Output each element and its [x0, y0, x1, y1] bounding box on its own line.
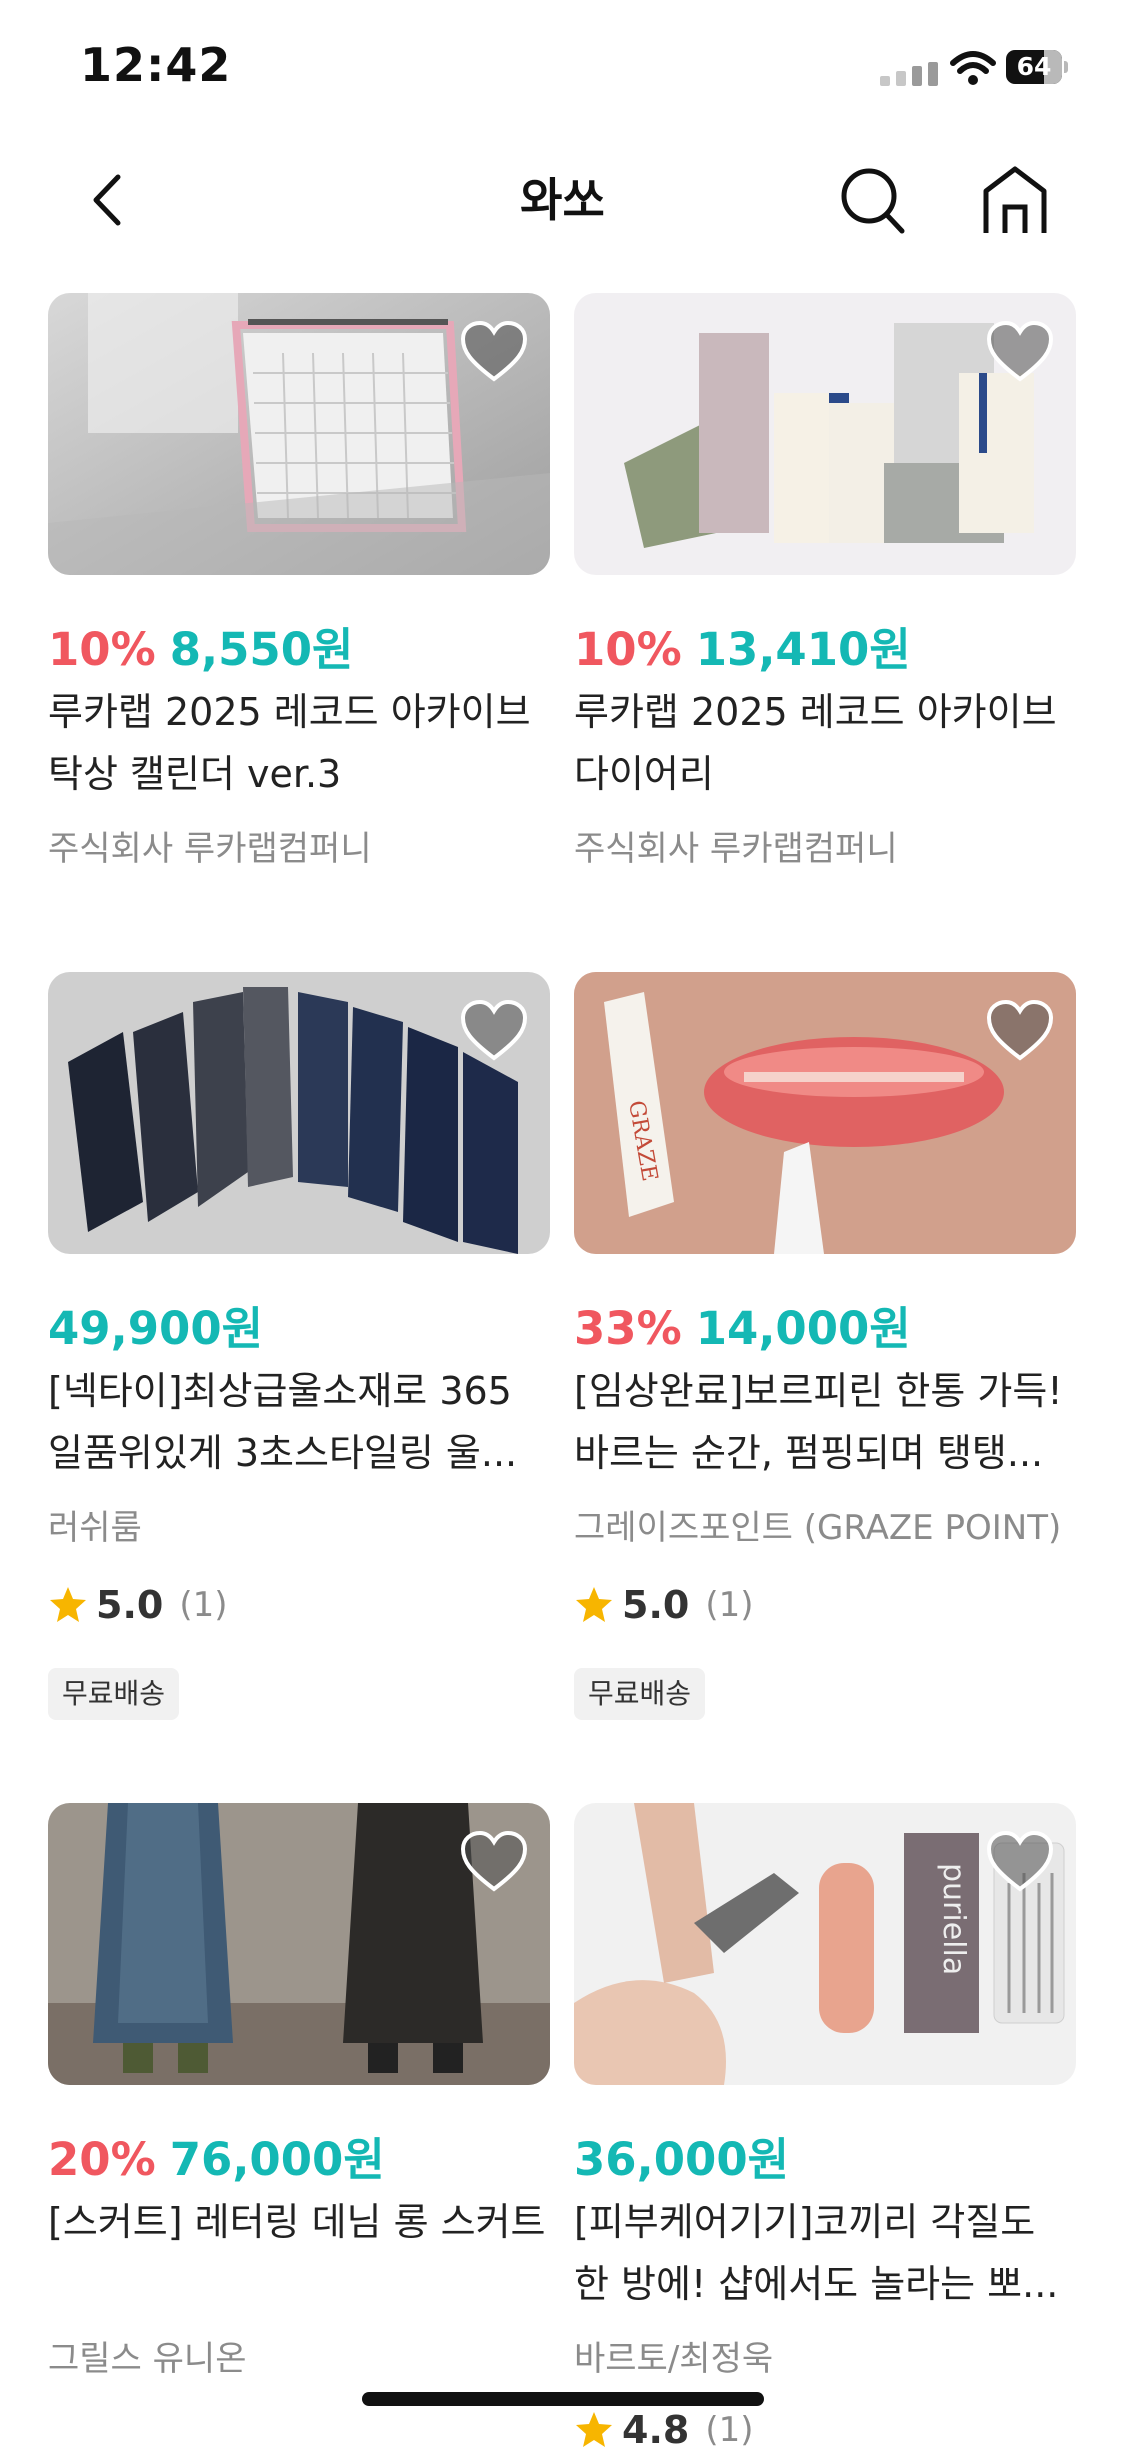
- price: 76,000원: [169, 2133, 385, 2186]
- product-image-neckties[interactable]: [48, 972, 550, 1254]
- seller-name[interactable]: 바르토/최정욱: [574, 2331, 773, 2380]
- free-shipping-badge: 무료배송: [48, 1668, 180, 1720]
- price: 13,410원: [695, 623, 911, 676]
- seller-name[interactable]: 러쉬룸: [48, 1500, 142, 1549]
- discount-rate: 10%: [48, 623, 156, 676]
- heart-icon[interactable]: [986, 1000, 1054, 1062]
- price-row: 20% 76,000원: [48, 2123, 385, 2188]
- product-image-diary[interactable]: [574, 293, 1076, 575]
- rating-value: 4.8: [622, 2408, 690, 2452]
- signal-icon: [880, 62, 938, 86]
- rating-value: 5.0: [96, 1583, 164, 1627]
- product-image-calendar[interactable]: [48, 293, 550, 575]
- heart-icon[interactable]: [460, 1831, 528, 1893]
- product-image-denim-skirts[interactable]: [48, 1803, 550, 2085]
- rating-count: (1): [179, 1585, 228, 1625]
- battery-level: 64: [1016, 52, 1052, 81]
- price-row: 10% 13,410원: [574, 613, 911, 678]
- price: 14,000원: [695, 1302, 911, 1355]
- status-bar: 12:42 64: [0, 0, 1125, 135]
- star-icon: [576, 2412, 612, 2447]
- seller-name[interactable]: 그릴스 유니온: [48, 2331, 247, 2380]
- rating: 4.8 (1): [574, 2405, 754, 2455]
- discount-rate: 20%: [48, 2133, 156, 2186]
- discount-rate: 33%: [574, 1302, 682, 1355]
- seller-name[interactable]: 그레이즈포인트 (GRAZE POINT): [574, 1500, 1061, 1549]
- price-row: 10% 8,550원: [48, 613, 353, 678]
- status-time: 12:42: [80, 38, 232, 92]
- star-icon: [576, 1587, 612, 1622]
- rating-count: (1): [705, 1585, 754, 1625]
- product-title[interactable]: [임상완료]보르피린 한통 가득! 바르는 순간, 펌핑되며 탱탱...: [574, 1360, 1076, 1484]
- home-indicator[interactable]: [362, 2392, 764, 2406]
- price-row: 49,900원: [48, 1292, 263, 1357]
- star-icon: [50, 1587, 86, 1622]
- product-image-text: puriella: [936, 1863, 971, 1975]
- price: 8,550원: [169, 623, 354, 676]
- product-title[interactable]: [넥타이]최상급울소재로 365 일품위있게 3초스타일링 울...: [48, 1360, 550, 1484]
- top-navigation-bar: 와쏘: [0, 135, 1125, 265]
- rating-count: (1): [705, 2410, 754, 2450]
- seller-name[interactable]: 주식회사 루카랩컴퍼니: [574, 821, 898, 870]
- product-title[interactable]: [피부케어기기]코끼리 각질도 한 방에! 샵에서도 놀라는 뽀...: [574, 2191, 1076, 2315]
- heart-icon[interactable]: [986, 321, 1054, 383]
- free-shipping-badge: 무료배송: [574, 1668, 706, 1720]
- heart-icon[interactable]: [460, 321, 528, 383]
- product-title[interactable]: 루카랩 2025 레코드 아카이브 탁상 캘린더 ver.3: [48, 681, 550, 805]
- search-icon[interactable]: [838, 163, 908, 237]
- rating-value: 5.0: [622, 1583, 690, 1627]
- home-icon[interactable]: [978, 163, 1052, 237]
- rating: 5.0 (1): [48, 1580, 228, 1630]
- product-image-foot-file[interactable]: puriella: [574, 1803, 1076, 2085]
- product-title[interactable]: 루카랩 2025 레코드 아카이브 다이어리: [574, 681, 1076, 805]
- discount-rate: 10%: [574, 623, 682, 676]
- heart-icon[interactable]: [986, 1831, 1054, 1893]
- heart-icon[interactable]: [460, 1000, 528, 1062]
- price: 36,000원: [574, 2133, 790, 2186]
- rating: 5.0 (1): [574, 1580, 754, 1630]
- price-row: 36,000원: [574, 2123, 789, 2188]
- page-title: 와쏘: [520, 173, 605, 227]
- product-title[interactable]: [스커트] 레터링 데님 롱 스커트: [48, 2191, 550, 2253]
- wifi-icon: [950, 51, 996, 85]
- price: 49,900원: [48, 1302, 264, 1355]
- seller-name[interactable]: 주식회사 루카랩컴퍼니: [48, 821, 372, 870]
- battery-icon: 64: [1006, 50, 1068, 84]
- product-image-lip-plumper[interactable]: GRAZE: [574, 972, 1076, 1254]
- price-row: 33% 14,000원: [574, 1292, 911, 1357]
